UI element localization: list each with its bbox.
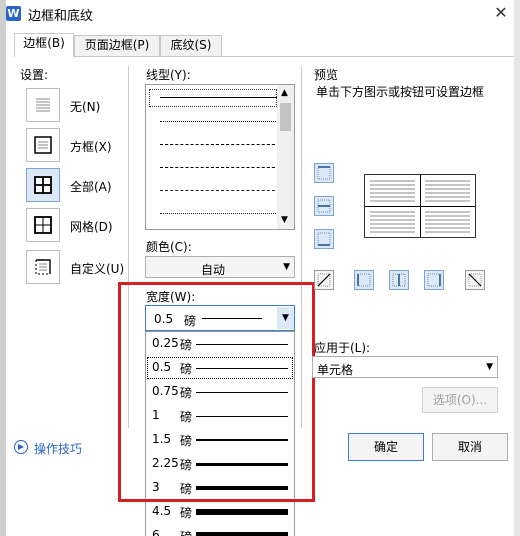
line-style-list[interactable]: ▲ ▼ <box>145 84 295 230</box>
left-border-button[interactable] <box>354 270 374 290</box>
apply-to-combo[interactable]: 单元格 ▼ <box>312 356 498 378</box>
scroll-thumb[interactable] <box>280 103 291 131</box>
border-right-icon <box>427 273 441 287</box>
preview-heading: 预览 <box>314 68 339 82</box>
width-option-unit: 磅 <box>180 528 192 536</box>
scroll-down-icon[interactable]: ▼ <box>281 215 288 225</box>
apply-to-value: 单元格 <box>317 363 354 377</box>
setting-heading: 设置: <box>20 68 49 82</box>
play-circle-icon[interactable]: ▶ <box>14 440 28 454</box>
close-icon[interactable]: ✕ <box>490 3 512 23</box>
width-option-value: 4.5 <box>152 504 172 518</box>
preset-box-label[interactable]: 方框(X) <box>70 138 112 155</box>
line-style-dash[interactable] <box>160 167 280 168</box>
preset-grid-button[interactable] <box>26 208 60 242</box>
right-border-button[interactable] <box>424 270 444 290</box>
preset-grid-label[interactable]: 网格(D) <box>70 218 113 235</box>
preview-text-lines <box>370 180 470 233</box>
border-inside-v-icon <box>392 273 406 287</box>
chevron-down-icon: ▼ <box>486 362 493 372</box>
preview-hint: 单击下方图示或按钮可设置边框 <box>316 85 485 99</box>
border-inside-h-icon <box>317 199 331 213</box>
line-style-selected <box>149 89 277 107</box>
tab-shading[interactable]: 底纹(S) <box>160 35 222 56</box>
border-top-icon <box>317 166 331 180</box>
width-option-value: 6 <box>152 528 160 536</box>
color-value: 自动 <box>200 263 225 277</box>
inside-horizontal-button[interactable] <box>314 196 334 216</box>
tab-page-borders[interactable]: 页面边框(P) <box>74 35 160 56</box>
preset-custom-button[interactable] <box>26 250 60 284</box>
inside-vertical-button[interactable] <box>389 270 409 290</box>
width-option-line <box>196 509 288 515</box>
preset-all-button[interactable] <box>26 168 60 202</box>
ok-button[interactable]: 确定 <box>348 433 424 461</box>
wps-writer-icon: W <box>6 6 21 21</box>
preset-custom-label[interactable]: 自定义(U) <box>70 260 124 277</box>
dialog-title: 边框和底纹 <box>28 9 94 24</box>
bottom-border-button[interactable] <box>314 229 334 249</box>
apply-to-heading: 应用于(L): <box>314 341 371 355</box>
line-style-solid[interactable] <box>160 97 280 98</box>
cancel-button[interactable]: 取消 <box>432 433 508 461</box>
border-grid-icon <box>34 216 52 234</box>
width-option-line <box>196 532 288 536</box>
options-button[interactable]: 选项(O)... <box>422 387 498 413</box>
chevron-down-icon: ▼ <box>283 262 290 272</box>
width-option[interactable]: 6磅 <box>146 524 294 536</box>
line-style-scrollbar[interactable]: ▲ ▼ <box>277 85 294 229</box>
border-box-icon <box>34 136 52 154</box>
preset-none-label[interactable]: 无(N) <box>70 98 100 115</box>
width-option[interactable]: 4.5 磅 <box>146 500 294 524</box>
color-heading: 颜色(C): <box>146 240 192 254</box>
diagonal-up-icon <box>317 273 331 287</box>
line-style-dash-dot-dot[interactable] <box>160 213 280 214</box>
diagonal-down-button[interactable] <box>465 270 485 290</box>
width-option-unit: 磅 <box>180 506 193 520</box>
preview-table[interactable] <box>364 174 476 238</box>
tab-strip-border <box>14 56 514 57</box>
border-bottom-icon <box>317 232 331 246</box>
scroll-up-icon[interactable]: ▲ <box>281 88 288 98</box>
line-style-dotted[interactable] <box>160 121 280 122</box>
diagonal-up-button[interactable] <box>314 270 334 290</box>
window-edge <box>0 0 6 536</box>
border-custom-icon <box>35 259 51 275</box>
preset-all-label[interactable]: 全部(A) <box>70 178 112 195</box>
preset-none-button[interactable] <box>26 88 60 122</box>
line-style-dash-dot[interactable] <box>160 190 280 191</box>
top-border-button[interactable] <box>314 163 334 183</box>
border-left-icon <box>357 273 371 287</box>
tab-borders[interactable]: 边框(B) <box>14 33 74 57</box>
window-edge-right <box>514 0 520 536</box>
preset-box-button[interactable] <box>26 128 60 162</box>
tips-link[interactable]: 操作技巧 <box>34 440 82 457</box>
diagonal-down-icon <box>468 273 482 287</box>
border-none-icon <box>36 98 50 112</box>
border-all-icon <box>34 176 52 194</box>
highlight-box <box>118 282 315 502</box>
line-style-dash-small[interactable] <box>160 144 280 145</box>
line-style-heading: 线型(Y): <box>146 68 191 82</box>
color-combo[interactable]: 自动 ▼ <box>145 256 295 278</box>
